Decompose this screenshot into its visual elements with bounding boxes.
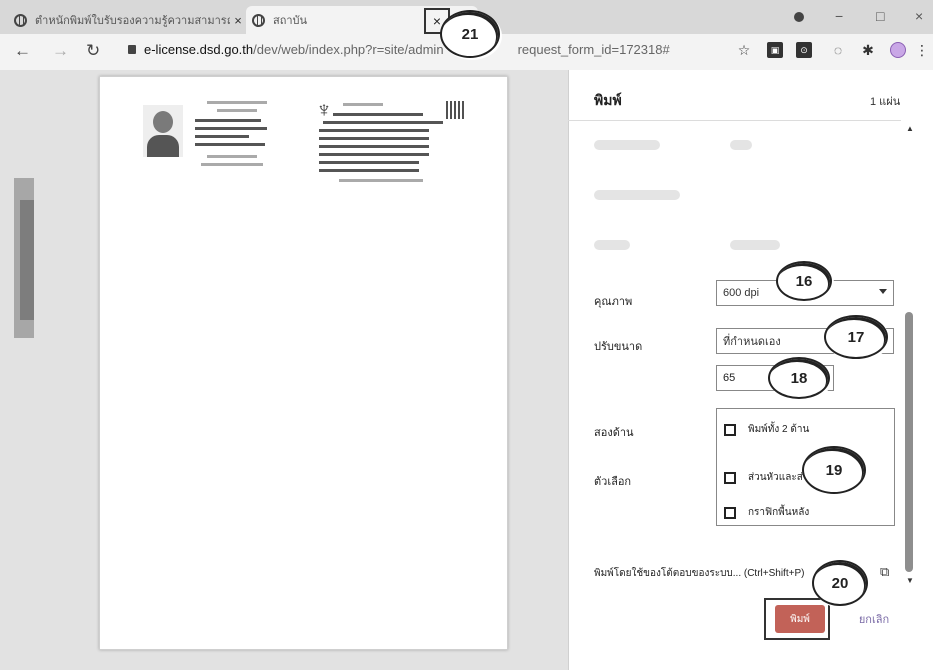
minimize-button[interactable]: − [835,8,843,24]
bookmark-star-icon[interactable]: ☆ [736,42,752,58]
scale-value: ที่กำหนดเอง [723,336,781,348]
tab-close-icon[interactable]: × [230,13,246,28]
open-external-icon[interactable]: ⧉ [880,564,889,580]
globe-icon [14,13,27,27]
callout-16: 16 [776,261,832,301]
callout-21: 21 [440,10,500,58]
quality-value: 600 dpi [723,287,760,299]
extension-icon[interactable]: ⊙ [796,42,812,58]
garuda-emblem-icon: ♆ [315,97,333,122]
url-query: request_form_id=172318# [517,42,670,57]
url-path: /dev/web/index.php?r=site/admin [253,42,444,57]
callout-17: 17 [824,315,888,359]
blurred-setting-label [594,190,680,200]
sheet-count: 1 แผ่น [870,96,901,108]
scale-label: ปรับขนาด [594,341,643,353]
address-bar[interactable]: e-license.dsd.go.th/dev/web/index.php?r=… [128,42,670,57]
chevron-down-icon [879,289,887,294]
reload-icon[interactable]: ↻ [86,41,100,61]
duplex-checkbox-row[interactable]: พิมพ์ทั้ง 2 ด้าน [724,422,809,437]
scroll-thumb[interactable] [905,312,913,572]
certificate-preview: ♆ [133,95,471,187]
background-graphics-checkbox-row[interactable]: กราฟิกพื้นหลัง [724,505,809,520]
menu-kebab-icon[interactable]: ⋮ [914,42,930,58]
record-dot-icon [794,12,804,22]
window-close-button[interactable]: × [915,8,923,24]
forward-arrow-icon[interactable]: → [52,41,69,61]
print-button[interactable]: พิมพ์ [775,605,825,633]
cancel-button[interactable]: ยกเลิก [846,605,902,633]
background-page [20,200,34,320]
qr-code-icon [446,101,464,119]
callout-19: 19 [802,446,866,494]
quality-label: คุณภาพ [594,296,633,308]
duplex-option-label: พิมพ์ทั้ง 2 ด้าน [748,424,810,435]
duplex-checkbox[interactable] [724,423,736,436]
puzzle-icon[interactable]: ✱ [860,42,876,58]
blurred-setting-label [594,240,630,250]
callout-20: 20 [812,560,868,606]
lock-icon [128,45,136,54]
extension-icon[interactable]: ◌ [830,42,846,58]
background-graphics-label: กราฟิกพื้นหลัง [748,507,810,518]
print-panel-title: พิมพ์ [594,92,622,108]
blurred-setting-value [730,140,752,150]
url-host: e-license.dsd.go.th [144,42,254,57]
system-dialog-link[interactable]: พิมพ์โดยใช้ของโต้ตอบของระบบ... (Ctrl+Shi… [594,566,804,581]
tab-certificate[interactable]: ตำหนักพิมพ์ใบรับรองความรู้ความสามารถ × [14,6,246,34]
background-graphics-checkbox[interactable] [724,506,736,519]
duplex-label: สองด้าน [594,427,634,439]
scroll-up-arrow-icon[interactable]: ▲ [906,124,914,133]
headers-footers-checkbox[interactable] [724,471,736,484]
tab-title: ตำหนักพิมพ์ใบรับรองความรู้ความสามารถ [35,15,230,27]
maximize-button[interactable]: □ [876,8,884,24]
profile-avatar[interactable] [890,42,906,58]
blurred-setting-label [594,140,660,150]
options-label: ตัวเลือก [594,476,632,488]
globe-icon [252,13,265,27]
divider [568,120,901,121]
portrait-photo [143,105,183,157]
extension-icon[interactable]: ▣ [767,42,783,58]
scroll-down-arrow-icon[interactable]: ▼ [906,576,914,585]
blurred-setting-value [730,240,780,250]
callout-18: 18 [768,357,830,399]
back-arrow-icon[interactable]: ← [14,41,31,61]
